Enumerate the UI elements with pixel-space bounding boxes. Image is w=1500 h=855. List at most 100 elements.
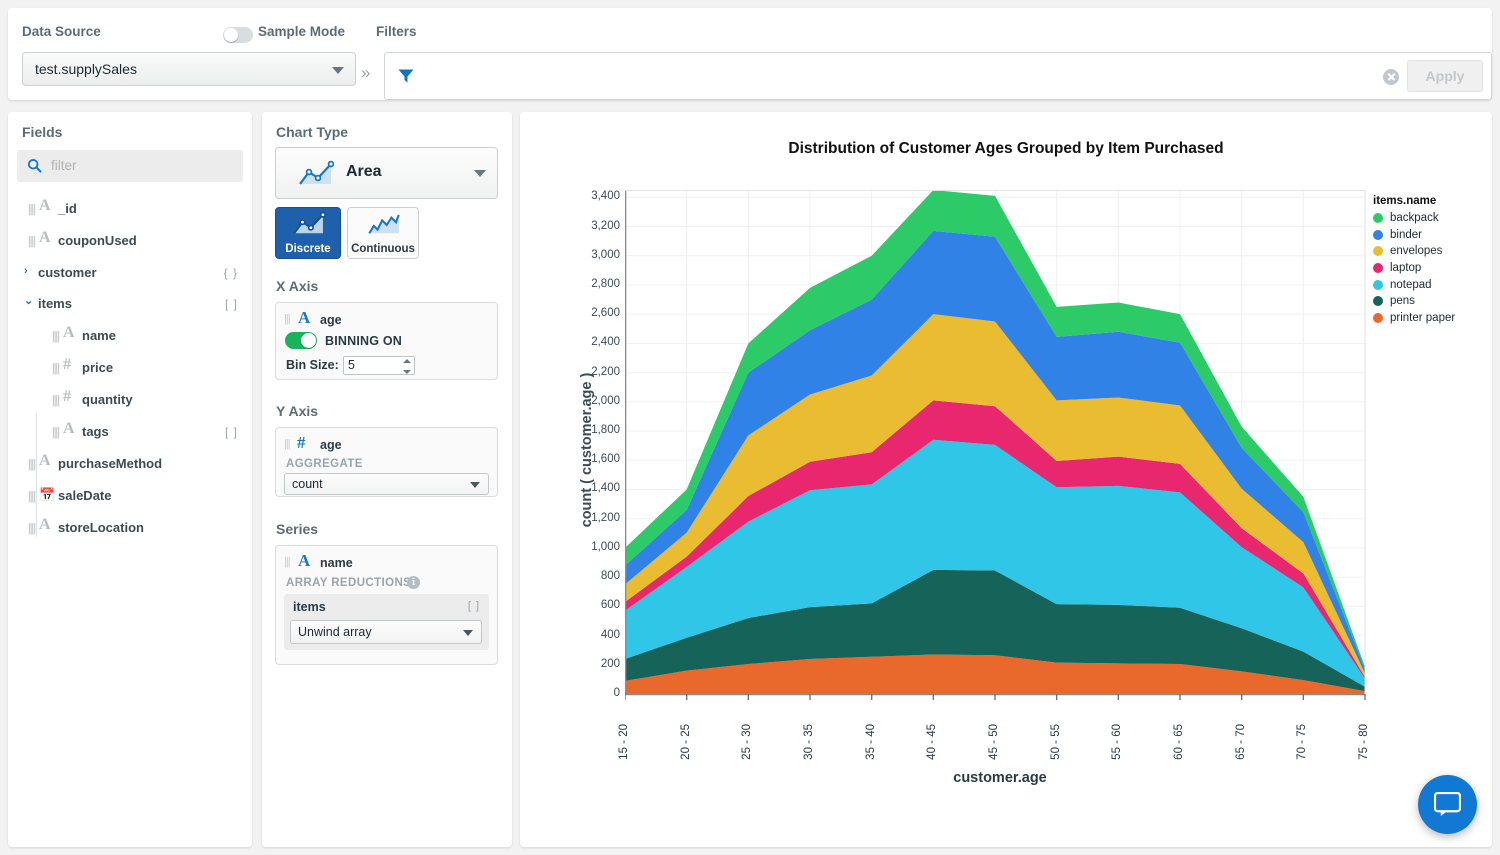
double-chevron-icon: »: [361, 63, 371, 82]
info-icon[interactable]: i: [407, 576, 420, 589]
field-item-tags[interactable]: ||| Atags [ ]: [8, 420, 252, 443]
chart-legend: items.name backpack binder envelopes laptop…: [1373, 195, 1455, 326]
y-tick-label: 1,200: [591, 511, 620, 524]
drag-handle-icon[interactable]: |||: [52, 425, 60, 439]
area-chart-svg: [620, 190, 1366, 700]
x-tick-label: 50 - 55: [1049, 724, 1062, 760]
array-brace-icon: [ ]: [467, 600, 480, 612]
bin-size-input[interactable]: 5: [343, 356, 415, 375]
drag-handle-icon[interactable]: |||: [28, 521, 36, 535]
field-label: price: [82, 360, 114, 375]
data-source-select[interactable]: test.supplySales: [22, 52, 356, 86]
plot-area[interactable]: [620, 190, 1366, 720]
field-type-string-icon: A: [63, 420, 75, 437]
filters-label: Filters: [376, 24, 417, 39]
fields-filter-input[interactable]: filter: [17, 150, 243, 182]
drag-handle-icon[interactable]: |||: [284, 313, 291, 325]
chevron-down-icon: [470, 482, 480, 488]
field-type-string-icon: A: [39, 197, 51, 214]
legend-label: laptop: [1390, 262, 1422, 275]
x-axis-ticks: 15 - 20 20 - 25 25 - 30 30 - 35 35 - 40 40 - …: [618, 724, 1370, 770]
app-root: Data Source Sample Mode Filters test.sup…: [0, 0, 1500, 855]
legend-item[interactable]: notepad: [1373, 276, 1455, 293]
chart-type-label: Chart Type: [276, 124, 349, 140]
drag-handle-icon[interactable]: |||: [284, 556, 291, 568]
chevron-down-icon[interactable]: ⌄: [24, 294, 33, 307]
y-tick-label: 1,400: [591, 482, 620, 495]
drag-handle-icon[interactable]: |||: [28, 202, 36, 216]
filters-input[interactable]: Apply: [384, 52, 1492, 100]
legend-item[interactable]: printer paper: [1373, 310, 1455, 327]
field-type-string-icon: A: [63, 324, 75, 341]
drag-handle-icon[interactable]: |||: [28, 489, 36, 503]
legend-label: backpack: [1390, 212, 1439, 225]
aggregate-select[interactable]: count: [284, 473, 489, 495]
binning-toggle[interactable]: [285, 332, 317, 349]
x-tick-label: 35 - 40: [864, 724, 877, 760]
field-type-string-icon: A: [298, 308, 311, 327]
legend-item[interactable]: binder: [1373, 227, 1455, 244]
array-reductions-label: ARRAY REDUCTIONS: [286, 577, 412, 589]
y-axis-ticks: 0 200 400 600 800 1,000 1,200 1,400 1,600 1,800 2,…: [520, 190, 620, 720]
top-toolbar: Data Source Sample Mode Filters test.sup…: [8, 8, 1492, 100]
chat-icon: [1434, 792, 1461, 817]
chart-config-panel: Chart Type Area Discrete Continuous X Ax…: [262, 112, 512, 847]
x-tick-label: 75 - 80: [1358, 724, 1370, 760]
x-axis-title: customer.age: [953, 770, 1047, 786]
y-tick-label: 3,000: [591, 248, 620, 261]
field-item-storelocation[interactable]: ||| AstoreLocation: [8, 516, 252, 539]
field-label: saleDate: [58, 488, 112, 503]
x-tick-label: 40 - 45: [926, 724, 939, 760]
field-item-purchasemethod[interactable]: ||| ApurchaseMethod: [8, 452, 252, 475]
y-tick-label: 3,400: [591, 190, 620, 203]
drag-handle-icon[interactable]: |||: [28, 457, 36, 471]
legend-item[interactable]: pens: [1373, 293, 1455, 310]
chart-type-value: Area: [346, 163, 382, 180]
drag-handle-icon[interactable]: |||: [284, 438, 291, 450]
field-item-quantity[interactable]: ||| # quantity: [8, 388, 252, 411]
mode-discrete-button[interactable]: Discrete: [275, 207, 341, 259]
x-axis-dropzone[interactable]: ||| A age BINNING ON Bin Size: 5: [275, 302, 498, 380]
series-dropzone[interactable]: ||| A name ARRAY REDUCTIONS i items [ ] …: [275, 545, 498, 665]
y-tick-label: 1,800: [591, 424, 620, 437]
field-item-price[interactable]: ||| # price: [8, 356, 252, 379]
y-axis-dropzone[interactable]: ||| # age AGGREGATE count: [275, 427, 498, 497]
chat-widget-button[interactable]: [1418, 775, 1477, 834]
legend-item[interactable]: envelopes: [1373, 243, 1455, 260]
drag-handle-icon[interactable]: |||: [52, 361, 60, 375]
drag-handle-icon[interactable]: |||: [52, 329, 60, 343]
field-item-name[interactable]: ||| Aname: [8, 324, 252, 347]
legend-swatch: [1373, 213, 1383, 224]
clear-filters-button[interactable]: [1383, 69, 1399, 85]
chart-type-select[interactable]: Area: [275, 147, 498, 199]
apply-button[interactable]: Apply: [1407, 60, 1483, 92]
y-tick-label: 1,600: [591, 453, 620, 466]
x-tick-label: 70 - 75: [1296, 724, 1309, 760]
type-brace-icon: [ ]: [224, 425, 238, 439]
legend-label: pens: [1390, 295, 1415, 308]
chart-panel: Distribution of Customer Ages Grouped by…: [520, 112, 1492, 847]
legend-item[interactable]: backpack: [1373, 210, 1455, 227]
series-field-name: name: [320, 556, 353, 570]
array-reduction-select[interactable]: Unwind array: [290, 620, 482, 644]
drag-handle-icon[interactable]: |||: [52, 393, 60, 407]
x-tick-label: 65 - 70: [1234, 724, 1247, 760]
sample-mode-toggle[interactable]: [223, 27, 253, 43]
bin-size-stepper[interactable]: [402, 359, 411, 374]
field-label: couponUsed: [58, 233, 137, 248]
data-source-value: test.supplySales: [35, 61, 137, 77]
legend-item[interactable]: laptop: [1373, 260, 1455, 277]
y-axis-field-name: age: [320, 438, 342, 452]
mode-continuous-button[interactable]: Continuous: [347, 207, 419, 259]
field-item-couponused[interactable]: ||| AcouponUsed: [8, 229, 252, 252]
field-item-customer[interactable]: › customer { }: [8, 262, 252, 284]
array-reduction-card: items [ ] Unwind array: [284, 594, 489, 650]
drag-handle-icon[interactable]: |||: [28, 234, 36, 248]
chevron-right-icon[interactable]: ›: [24, 265, 28, 277]
legend-label: binder: [1390, 228, 1422, 241]
field-item-saledate[interactable]: ||| 📅 saleDate: [8, 485, 252, 507]
field-item-items[interactable]: ⌄ items [ ]: [8, 293, 252, 315]
field-item-id[interactable]: ||| A _id: [8, 197, 252, 220]
fields-filter-placeholder: filter: [51, 158, 77, 173]
sample-mode-toggle-knob: [224, 28, 238, 42]
